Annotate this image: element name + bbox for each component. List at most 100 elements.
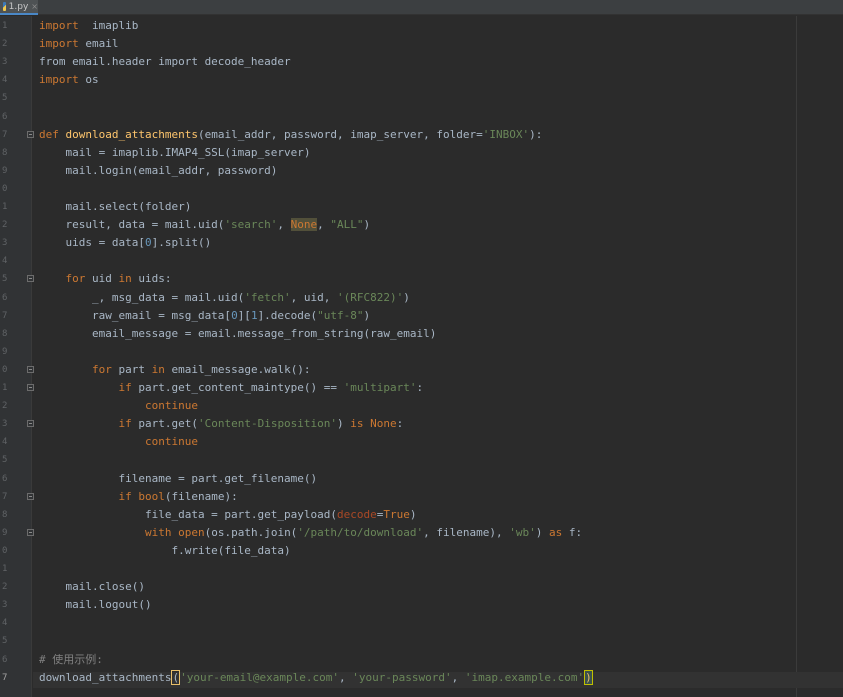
code-token: : [396, 417, 404, 431]
line-number: 1 [2, 202, 8, 212]
code-line[interactable]: def download_attachments(email_addr, pas… [39, 127, 542, 143]
code-token: # 使用示例: [39, 652, 103, 666]
code-line[interactable]: email_message = email.message_from_strin… [39, 326, 436, 342]
close-icon[interactable]: × [31, 2, 38, 11]
line-number: 6 [2, 654, 8, 665]
code-token: "ALL" [330, 218, 364, 232]
line-number: 6 [2, 473, 8, 484]
code-token: uid [85, 272, 119, 286]
code-token: def [39, 127, 59, 141]
code-token: , folder= [423, 127, 483, 141]
code-line[interactable]: mail.login(email_addr, password) [39, 163, 277, 179]
tab-filename: 1.py [8, 1, 29, 12]
code-line[interactable]: continue [39, 434, 198, 450]
code-line[interactable]: f.write(file_data) [39, 543, 290, 559]
code-token: if [118, 489, 132, 503]
code-token: 0 [231, 308, 238, 322]
code-line[interactable]: with open(os.path.join('/path/to/downloa… [39, 525, 582, 541]
code-token: True [383, 507, 410, 521]
code-token: 'your-password' [352, 670, 452, 684]
code-token: ].split() [151, 236, 212, 250]
code-line[interactable]: for part in email_message.walk(): [39, 362, 311, 378]
code-line[interactable]: download_attachments('your-email@example… [39, 669, 593, 686]
code-token: ][ [237, 308, 251, 322]
code-token: continue [144, 435, 198, 449]
line-number: 8 [2, 328, 8, 339]
line-number: 5 [2, 93, 8, 104]
code-token: f: [562, 525, 583, 539]
code-token: (filename): [164, 489, 238, 503]
code-token: _, msg_data = mail.uid( [39, 290, 245, 304]
code-token: imaplib [78, 19, 139, 32]
code-token: ) [403, 290, 410, 304]
code-token: mail.close() [39, 580, 145, 594]
code-token: raw_email = msg_data[ [39, 308, 232, 322]
code-token: ].decode( [257, 308, 318, 322]
line-number: 9 [2, 165, 8, 176]
code-token: filename = part.get_filename() [39, 471, 318, 485]
code-line[interactable]: # 使用示例: [39, 652, 103, 668]
code-line[interactable]: file_data = part.get_payload(decode=True… [39, 507, 417, 523]
line-number: 3 [2, 419, 8, 430]
code-token: uids: [131, 272, 172, 286]
code-line[interactable]: from email.header import decode_header [39, 54, 291, 70]
code-token: import [39, 37, 79, 51]
code-editor[interactable]: import imaplib import email from email.hea… [33, 16, 843, 697]
code-line[interactable]: import email [39, 36, 119, 52]
code-token: uids = data[ [39, 236, 145, 250]
code-line[interactable]: result, data = mail.uid('search', None, … [39, 217, 370, 233]
code-token: imap_server [350, 127, 424, 141]
code-token: is [350, 417, 364, 431]
code-token: mail.login(email_addr, password) [39, 163, 278, 177]
line-number: 3 [2, 600, 8, 611]
code-token: , [451, 670, 465, 684]
code-token: 'search' [224, 218, 278, 232]
code-line[interactable]: mail = imaplib.IMAP4_SSL(imap_server) [39, 145, 310, 161]
code-token: : [416, 381, 424, 394]
code-line[interactable]: mail.close() [39, 579, 145, 595]
code-token: 'fetch' [244, 290, 291, 304]
code-token: email_message = email.message_from_strin… [39, 326, 437, 340]
code-token: part.get( [131, 417, 198, 431]
code-token: ) [535, 525, 549, 539]
code-line[interactable]: if part.get('Content-Disposition') is No… [39, 416, 403, 432]
code-token: , [277, 218, 291, 232]
code-line[interactable]: mail.logout() [39, 597, 151, 613]
code-token: , filename), [423, 525, 510, 539]
code-line[interactable]: continue [39, 398, 198, 414]
code-token: continue [144, 399, 198, 413]
code-line[interactable]: if part.get_content_maintype() == 'multi… [39, 380, 423, 396]
code-token: as [549, 525, 563, 539]
code-line[interactable]: filename = part.get_filename() [39, 471, 317, 487]
code-line[interactable]: _, msg_data = mail.uid('fetch', uid, '(R… [39, 290, 410, 306]
code-line[interactable]: raw_email = msg_data[0][1].decode("utf-8… [39, 308, 370, 324]
editor-tab[interactable]: 1.py × [0, 0, 38, 15]
code-token: "utf-8" [317, 308, 364, 322]
code-token: , [317, 218, 331, 232]
code-token: email [78, 37, 119, 51]
line-number: 8 [2, 147, 8, 158]
code-line[interactable]: if bool(filename): [39, 489, 238, 505]
code-token: 1 [250, 308, 258, 322]
line-number: 6 [2, 111, 8, 122]
line-number: 2 [2, 220, 8, 231]
code-line[interactable]: import os [39, 72, 99, 88]
code-line[interactable]: for uid in uids: [39, 271, 172, 287]
code-token: 'your-email@example.com' [180, 670, 340, 684]
code-token: in [151, 362, 165, 376]
code-token: 0 [144, 236, 152, 250]
line-number: 2 [2, 39, 8, 50]
code-token: bool [138, 489, 165, 503]
code-line[interactable]: uids = data[0].split() [39, 235, 211, 251]
code-token: file_data = part.get_payload( [39, 507, 338, 521]
code-token: ): [529, 127, 543, 141]
code-token: download_attachments [39, 670, 172, 684]
code-line[interactable]: mail.select(folder) [39, 199, 191, 215]
code-line[interactable]: import imaplib [39, 18, 138, 34]
line-number: 7 [2, 129, 8, 140]
code-token: ) [584, 669, 593, 685]
